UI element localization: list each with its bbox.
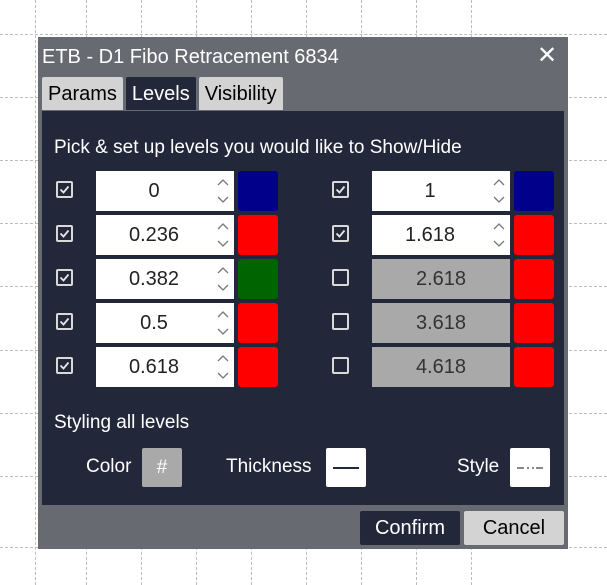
chevron-down-icon[interactable] xyxy=(216,323,230,341)
tab-params[interactable]: Params xyxy=(42,77,123,110)
solid-line-icon xyxy=(333,466,359,469)
level-color-swatch[interactable] xyxy=(238,347,278,387)
thickness-button[interactable] xyxy=(326,448,366,487)
grid-line xyxy=(0,34,607,35)
level-value-stepper xyxy=(492,173,506,209)
level-color-swatch[interactable] xyxy=(238,259,278,299)
level-visibility-checkbox[interactable] xyxy=(332,269,349,286)
chevron-down-icon[interactable] xyxy=(216,279,230,297)
level-visibility-checkbox[interactable] xyxy=(332,313,349,330)
level-visibility-checkbox[interactable] xyxy=(56,225,73,242)
level-color-swatch[interactable] xyxy=(514,259,554,299)
close-button[interactable]: ✕ xyxy=(536,43,558,69)
level-value: 0.382 xyxy=(128,268,180,290)
dialog-title: ETB - D1 Fibo Retracement 6834 xyxy=(42,46,339,68)
level-value-stepper xyxy=(216,217,230,253)
checkmark-icon xyxy=(59,185,70,194)
level-visibility-checkbox[interactable] xyxy=(56,313,73,330)
cancel-button[interactable]: Cancel xyxy=(464,511,564,545)
level-value: 1 xyxy=(424,180,436,202)
chevron-up-icon[interactable] xyxy=(492,173,506,191)
color-label: Color xyxy=(86,456,132,477)
levels-heading: Pick & set up levels you would like to S… xyxy=(54,137,462,158)
level-visibility-checkbox[interactable] xyxy=(332,357,349,374)
chevron-up-icon[interactable] xyxy=(492,217,506,235)
level-color-swatch[interactable] xyxy=(514,347,554,387)
level-value-input[interactable]: 0.618 xyxy=(96,347,234,387)
level-value-input[interactable]: 0.382 xyxy=(96,259,234,299)
tab-bar: Params Levels Visibility xyxy=(42,77,283,111)
chevron-up-icon[interactable] xyxy=(216,261,230,279)
level-value: 1.618 xyxy=(404,224,456,246)
level-value-input[interactable]: 2.618 xyxy=(372,259,510,299)
level-value: 0 xyxy=(148,180,160,202)
chevron-down-icon[interactable] xyxy=(216,367,230,385)
chevron-up-icon[interactable] xyxy=(216,217,230,235)
level-color-swatch[interactable] xyxy=(238,171,278,211)
level-value-stepper xyxy=(492,217,506,253)
grid-line xyxy=(35,0,36,585)
checkmark-icon xyxy=(335,185,346,194)
level-value-input[interactable]: 0 xyxy=(96,171,234,211)
level-visibility-checkbox[interactable] xyxy=(56,269,73,286)
levels-panel: Pick & set up levels you would like to S… xyxy=(42,111,564,505)
level-value-input[interactable]: 0.236 xyxy=(96,215,234,255)
chevron-up-icon[interactable] xyxy=(216,349,230,367)
fibo-settings-dialog: ETB - D1 Fibo Retracement 6834 ✕ Params … xyxy=(38,37,568,549)
level-color-swatch[interactable] xyxy=(514,215,554,255)
style-label: Style xyxy=(457,456,500,477)
level-visibility-checkbox[interactable] xyxy=(332,225,349,242)
checkmark-icon xyxy=(59,361,70,370)
chevron-down-icon[interactable] xyxy=(492,191,506,209)
level-color-swatch[interactable] xyxy=(238,303,278,343)
tab-visibility[interactable]: Visibility xyxy=(198,77,283,110)
level-value: 2.618 xyxy=(415,268,467,290)
level-value: 3.618 xyxy=(415,312,467,334)
level-value-input[interactable]: 1.618 xyxy=(372,215,510,255)
close-icon: ✕ xyxy=(536,42,558,69)
level-value-input[interactable]: 3.618 xyxy=(372,303,510,343)
level-value: 0.236 xyxy=(128,224,180,246)
checkmark-icon xyxy=(59,317,70,326)
level-color-swatch[interactable] xyxy=(514,303,554,343)
styling-title: Styling all levels xyxy=(54,412,190,433)
level-value-stepper xyxy=(216,173,230,209)
checkmark-icon xyxy=(335,229,346,238)
tab-levels[interactable]: Levels xyxy=(125,77,196,110)
level-value-stepper xyxy=(216,349,230,385)
confirm-button[interactable]: Confirm xyxy=(360,511,460,545)
chevron-up-icon[interactable] xyxy=(216,173,230,191)
level-value: 0.618 xyxy=(128,356,180,378)
level-value-input[interactable]: 1 xyxy=(372,171,510,211)
level-visibility-checkbox[interactable] xyxy=(56,357,73,374)
chevron-down-icon[interactable] xyxy=(492,235,506,253)
checkmark-icon xyxy=(59,273,70,282)
level-value: 0.5 xyxy=(140,312,168,334)
line-style-button[interactable] xyxy=(510,448,550,487)
level-value-input[interactable]: 4.618 xyxy=(372,347,510,387)
chevron-down-icon[interactable] xyxy=(216,235,230,253)
level-color-swatch[interactable] xyxy=(514,171,554,211)
level-visibility-checkbox[interactable] xyxy=(56,181,73,198)
thickness-label: Thickness xyxy=(226,456,312,477)
level-value: 4.618 xyxy=(415,356,467,378)
chevron-down-icon[interactable] xyxy=(216,191,230,209)
chevron-up-icon[interactable] xyxy=(216,305,230,323)
dash-dot-line-icon xyxy=(517,466,543,469)
level-color-swatch[interactable] xyxy=(238,215,278,255)
hash-icon: # xyxy=(156,456,168,478)
level-visibility-checkbox[interactable] xyxy=(332,181,349,198)
color-picker-button[interactable]: # xyxy=(142,448,182,487)
level-value-stepper xyxy=(216,305,230,341)
level-value-input[interactable]: 0.5 xyxy=(96,303,234,343)
checkmark-icon xyxy=(59,229,70,238)
level-value-stepper xyxy=(216,261,230,297)
